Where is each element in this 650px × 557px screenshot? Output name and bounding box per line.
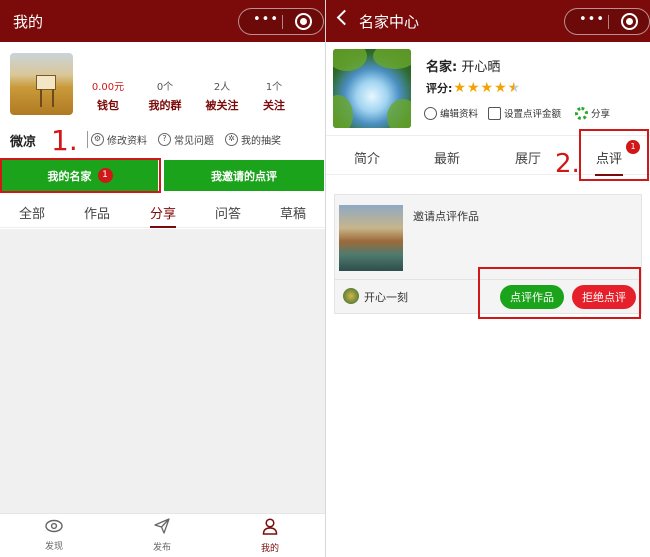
more-icon[interactable]: •••: [579, 12, 605, 27]
following-label: 关注: [263, 99, 285, 112]
mini-program-capsule[interactable]: •••: [564, 8, 650, 35]
stat-wallet[interactable]: 0.00元 钱包: [78, 78, 138, 113]
wallet-value: 0.00元: [91, 82, 125, 93]
share-label: 分享: [591, 109, 611, 120]
person-icon: [262, 518, 278, 535]
nav-discover-label: 发现: [44, 542, 63, 552]
mini-program-capsule[interactable]: •••: [238, 8, 324, 35]
tab-qa[interactable]: 问答: [215, 203, 241, 222]
nav-discover[interactable]: 发现: [24, 518, 84, 552]
faq-label: 常见问题: [174, 136, 214, 147]
star-icon: ★: [494, 80, 507, 96]
tab-gallery[interactable]: 展厅: [515, 148, 541, 167]
stat-following[interactable]: 1个 关注: [244, 78, 304, 113]
more-icon[interactable]: •••: [253, 12, 279, 27]
tab-intro[interactable]: 简介: [354, 148, 380, 167]
star-icon: ★: [466, 80, 480, 96]
my-invited-reviews-label: 我邀请的点评: [211, 169, 277, 183]
active-tab-indicator: [150, 226, 176, 228]
star-icon: ★: [480, 80, 494, 96]
edit-profile-link[interactable]: ⚙ 修改资料: [91, 132, 147, 147]
edit-icon: [488, 106, 501, 120]
card-username: 开心一刻: [364, 291, 408, 304]
close-target-icon[interactable]: [295, 13, 312, 30]
bottom-nav: 发现 发布 我的: [0, 513, 325, 557]
user-avatar: [343, 288, 359, 304]
following-value: 1个: [265, 82, 283, 93]
username: 微凉: [10, 135, 37, 150]
tab-all[interactable]: 全部: [19, 203, 45, 222]
easel-leg: [52, 89, 54, 107]
gear-icon: [424, 106, 437, 120]
back-icon[interactable]: [336, 9, 353, 26]
avatar-foliage: [373, 49, 411, 69]
master-name-label: 名家:: [426, 60, 458, 75]
my-invited-reviews-button[interactable]: 我邀请的点评: [164, 160, 324, 191]
divider: [87, 131, 88, 148]
tab-share[interactable]: 分享: [150, 203, 176, 222]
followers-label: 被关注: [205, 99, 239, 112]
top-bar: 我的 •••: [0, 0, 325, 42]
tab-works[interactable]: 作品: [84, 203, 110, 222]
stat-followers[interactable]: 2人 被关注: [192, 78, 252, 113]
easel-icon: [36, 75, 56, 90]
followers-value: 2人: [213, 82, 231, 93]
star-icon: ★: [507, 80, 521, 96]
tab-latest[interactable]: 最新: [434, 148, 460, 167]
card-title: 邀请点评作品: [413, 210, 479, 223]
rating-stars: ★★★★★: [452, 81, 520, 95]
artwork-thumbnail[interactable]: [339, 205, 403, 271]
page-title: 我的: [13, 13, 44, 31]
top-bar: 名家中心 •••: [326, 0, 650, 42]
set-review-fee-label: 设置点评金额: [504, 109, 562, 120]
close-target-icon[interactable]: [621, 13, 638, 30]
master-name: 名家: 开心晒: [426, 56, 500, 75]
edit-profile-label: 修改资料: [107, 136, 147, 147]
edit-profile-label: 编辑资料: [440, 109, 479, 120]
share-icon: [575, 106, 588, 120]
lottery-link[interactable]: ✲ 我的抽奖: [225, 132, 281, 147]
master-avatar[interactable]: [333, 49, 411, 128]
avatar-foliage: [333, 95, 353, 128]
avatar-foliage: [387, 99, 411, 128]
stat-my-groups[interactable]: 0个 我的群: [135, 78, 195, 113]
edit-profile-link[interactable]: 编辑资料: [424, 106, 478, 120]
rating-row: 评分: ★★★★★: [426, 80, 520, 96]
rating-label: 评分:: [426, 82, 453, 95]
step-annotation-2: 2.: [555, 149, 580, 179]
tab-drafts[interactable]: 草稿: [280, 203, 306, 222]
nav-publish-label: 发布: [152, 543, 171, 553]
capsule-divider: [608, 15, 609, 29]
content-area: [0, 229, 325, 513]
highlight-box-2: [579, 129, 649, 181]
content-tabs: 全部 作品 分享 问答 草稿: [0, 196, 325, 228]
wheel-icon: ✲: [225, 133, 238, 146]
lottery-label: 我的抽奖: [241, 136, 281, 147]
highlight-box-3: [478, 267, 641, 319]
avatar[interactable]: [10, 53, 73, 115]
master-center-panel: 名家中心 ••• 名家: 开心晒 评分: ★★★★★ 编辑资料 设置点评金额 分…: [326, 0, 650, 557]
set-review-fee-link[interactable]: 设置点评金额: [488, 106, 561, 120]
nav-mine-label: 我的: [260, 544, 279, 554]
step-annotation-1: 1.: [51, 124, 78, 157]
nav-mine[interactable]: 我的: [240, 518, 300, 554]
share-link[interactable]: 分享: [575, 106, 610, 120]
my-page-panel: 我的 ••• 0.00元 钱包 0个 我的群 2人 被关注 1个 关注 微凉 1…: [0, 0, 325, 557]
nav-publish[interactable]: 发布: [132, 518, 192, 553]
eye-icon: [45, 519, 63, 533]
paper-plane-icon: [154, 518, 170, 534]
faq-link[interactable]: ? 常见问题: [158, 132, 214, 147]
groups-label: 我的群: [148, 99, 182, 112]
avatar-foliage: [333, 49, 367, 71]
capsule-divider: [282, 15, 283, 29]
question-icon: ?: [158, 133, 171, 146]
easel-leg: [40, 89, 42, 107]
wallet-label: 钱包: [97, 99, 119, 112]
master-name-value: 开心晒: [461, 60, 501, 75]
highlight-box-1: [0, 158, 161, 193]
page-title: 名家中心: [359, 13, 420, 31]
groups-value: 0个: [156, 82, 174, 93]
star-icon: ★: [453, 80, 466, 96]
gear-icon: ⚙: [91, 133, 104, 146]
